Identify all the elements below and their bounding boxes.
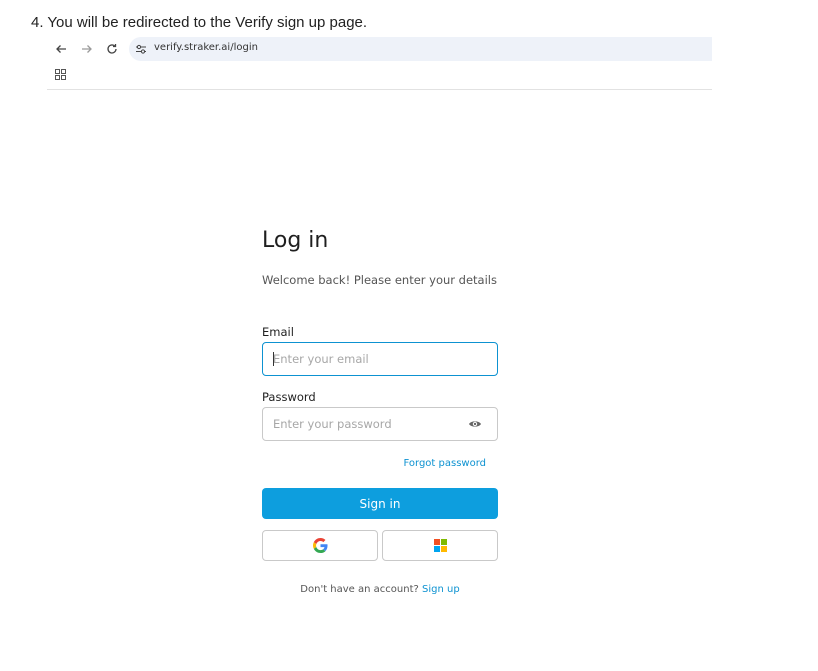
eye-icon[interactable]: [468, 419, 482, 429]
reload-icon: [107, 44, 117, 54]
password-field[interactable]: [262, 407, 498, 441]
signup-prompt: Don't have an account? Sign up: [262, 584, 498, 595]
apps-icon[interactable]: [55, 69, 66, 80]
google-sign-in-button[interactable]: [262, 530, 378, 561]
site-info-icon[interactable]: [135, 43, 147, 55]
back-button[interactable]: [51, 39, 71, 59]
reload-button[interactable]: [102, 39, 122, 59]
sign-in-button[interactable]: Sign in: [262, 488, 498, 519]
email-label: Email: [262, 325, 294, 339]
forward-icon: [82, 45, 92, 53]
microsoft-icon: [433, 539, 447, 552]
password-label: Password: [262, 390, 316, 404]
url-text[interactable]: verify.straker.ai/login: [154, 42, 258, 53]
address-bar[interactable]: verify.straker.ai/login: [129, 37, 712, 61]
toolbar-divider: [47, 89, 712, 90]
browser-toolbar: verify.straker.ai/login: [47, 37, 712, 61]
step-instruction: 4. You will be redirected to the Verify …: [31, 14, 368, 31]
forgot-password-link[interactable]: Forgot password: [404, 458, 487, 469]
google-icon: [312, 538, 328, 553]
email-field[interactable]: [262, 342, 498, 376]
login-subtitle: Welcome back! Please enter your details: [262, 273, 497, 287]
text-caret: [273, 352, 274, 366]
back-icon: [56, 45, 66, 53]
page-title: Log in: [262, 228, 329, 253]
sign-up-link[interactable]: Sign up: [422, 584, 460, 595]
no-account-text: Don't have an account?: [300, 584, 419, 595]
forward-button[interactable]: [77, 39, 97, 59]
microsoft-sign-in-button[interactable]: [382, 530, 498, 561]
